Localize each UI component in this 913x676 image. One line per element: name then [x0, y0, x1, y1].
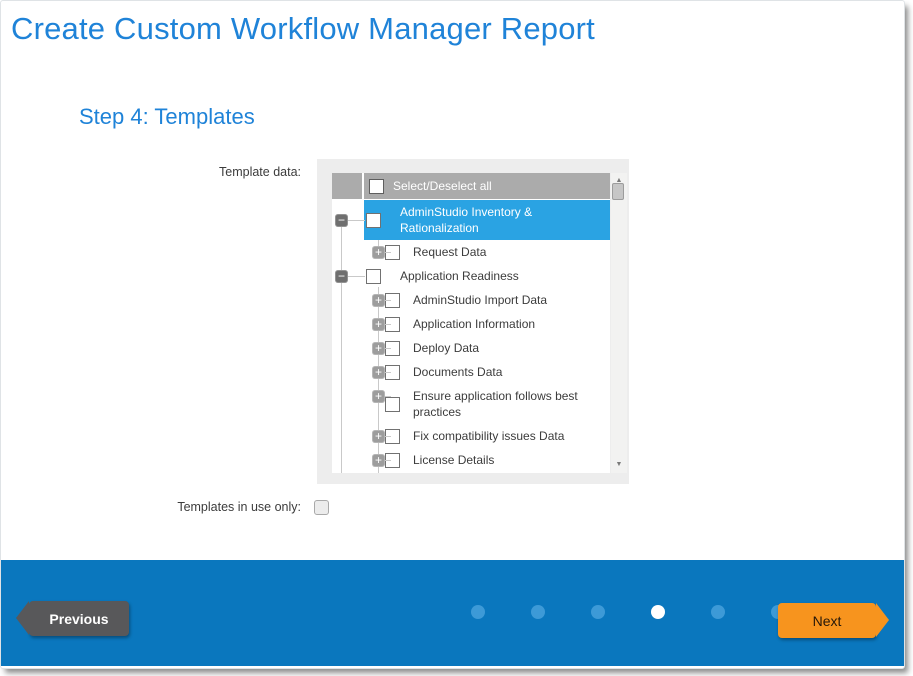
tree-item-label: License Details: [413, 448, 494, 472]
tree-item[interactable]: + AdminStudio Import Data: [332, 288, 610, 312]
next-button-label: Next: [813, 613, 842, 629]
scrollbar-thumb[interactable]: [612, 183, 624, 200]
tree-item-label: Application Information: [413, 312, 535, 336]
tree-item[interactable]: + Ensure application follows best practic…: [332, 384, 610, 424]
page-title: Create Custom Workflow Manager Report: [11, 11, 595, 47]
step-heading: Step 4: Templates: [79, 104, 255, 130]
expand-icon[interactable]: +: [372, 454, 385, 467]
step-dot-5: [711, 605, 725, 619]
template-data-tree: Select/Deselect all − AdminStudio Inventor…: [317, 159, 629, 484]
expand-icon[interactable]: +: [372, 430, 385, 443]
tree-row-gutter: [332, 360, 362, 384]
tree-item[interactable]: + Request Data: [332, 240, 610, 264]
tree-row-content: + Ensure application follows best practic…: [364, 384, 610, 424]
tree-item[interactable]: + Fix compatibility issues Data: [332, 424, 610, 448]
select-all-checkbox[interactable]: [369, 179, 384, 194]
tree-row-content: + Request Data: [364, 240, 610, 264]
tree-item[interactable]: + Application Information: [332, 312, 610, 336]
wizard-window: Create Custom Workflow Manager Report St…: [0, 0, 905, 669]
tree-row-content: + Application Information: [364, 312, 610, 336]
tree-header-row[interactable]: Select/Deselect all: [332, 173, 610, 200]
tree-row-content: Select/Deselect all: [364, 173, 610, 199]
wizard-footer: Previous Next: [1, 560, 904, 666]
tree-row-gutter: −: [332, 200, 362, 240]
tree-row-content: + Fix compatibility issues Data: [364, 424, 610, 448]
tree-item-label: Deploy Data: [413, 336, 479, 360]
collapse-icon[interactable]: −: [335, 270, 348, 283]
expand-icon[interactable]: +: [372, 342, 385, 355]
select-all-label: Select/Deselect all: [393, 174, 492, 198]
tree-row-gutter: [332, 173, 362, 199]
step-dot-2: [531, 605, 545, 619]
step-dot-1: [471, 605, 485, 619]
tree-row-gutter: [332, 384, 362, 424]
tree-list: Select/Deselect all − AdminStudio Inventor…: [332, 173, 610, 473]
tree-row-gutter: [332, 424, 362, 448]
tree-row-gutter: [332, 312, 362, 336]
step-dot-4-active: [651, 605, 665, 619]
previous-button-label: Previous: [49, 611, 108, 627]
tree-row-content: + AdminStudio Import Data: [364, 288, 610, 312]
expand-icon[interactable]: +: [372, 294, 385, 307]
tree-item-checkbox[interactable]: [366, 269, 381, 284]
expand-icon[interactable]: +: [372, 318, 385, 331]
tree-item-label: Application Readiness: [400, 264, 519, 288]
scrollbar-down-icon[interactable]: ▼: [611, 460, 627, 470]
tree-item-label: Fix compatibility issues Data: [413, 424, 564, 448]
tree-row-gutter: [332, 448, 362, 472]
templates-in-use-checkbox[interactable]: [314, 500, 329, 515]
expand-icon[interactable]: +: [372, 246, 385, 259]
tree-row-gutter: [332, 240, 362, 264]
tree-row-content: Application Readiness: [364, 264, 610, 288]
previous-button[interactable]: Previous: [29, 601, 129, 636]
tree-item-label: Documents Data: [413, 360, 502, 384]
tree-row-gutter: [332, 288, 362, 312]
tree-row-gutter: [332, 336, 362, 360]
tree-row-content: + Deploy Data: [364, 336, 610, 360]
tree-item-label: AdminStudio Import Data: [413, 288, 547, 312]
tree-item[interactable]: − Application Readiness: [332, 264, 610, 288]
tree-item-label: Request Data: [413, 240, 486, 264]
tree-item-checkbox[interactable]: [385, 397, 400, 412]
templates-in-use-label: Templates in use only:: [1, 500, 301, 514]
tree-item-label: Ensure application follows best practice…: [413, 384, 599, 424]
tree-scrollbar[interactable]: ▲ ▼: [611, 173, 627, 473]
collapse-icon[interactable]: −: [335, 214, 348, 227]
tree-item[interactable]: + Documents Data: [332, 360, 610, 384]
tree-row-content: AdminStudio Inventory & Rationalization: [364, 200, 610, 240]
tree-row-content: + Documents Data: [364, 360, 610, 384]
next-button[interactable]: Next: [778, 603, 876, 638]
tree-item-checkbox[interactable]: [366, 213, 381, 228]
template-data-label: Template data:: [1, 165, 301, 179]
tree-item-label: AdminStudio Inventory & Rationalization: [400, 200, 578, 240]
step-dot-3: [591, 605, 605, 619]
tree-row-gutter: −: [332, 264, 362, 288]
tree-row-content: + License Details: [364, 448, 610, 472]
tree-item[interactable]: + Deploy Data: [332, 336, 610, 360]
tree-item[interactable]: − AdminStudio Inventory & Rationalization: [332, 200, 610, 240]
expand-icon[interactable]: +: [372, 390, 385, 403]
expand-icon[interactable]: +: [372, 366, 385, 379]
tree-item[interactable]: + License Details: [332, 448, 610, 472]
